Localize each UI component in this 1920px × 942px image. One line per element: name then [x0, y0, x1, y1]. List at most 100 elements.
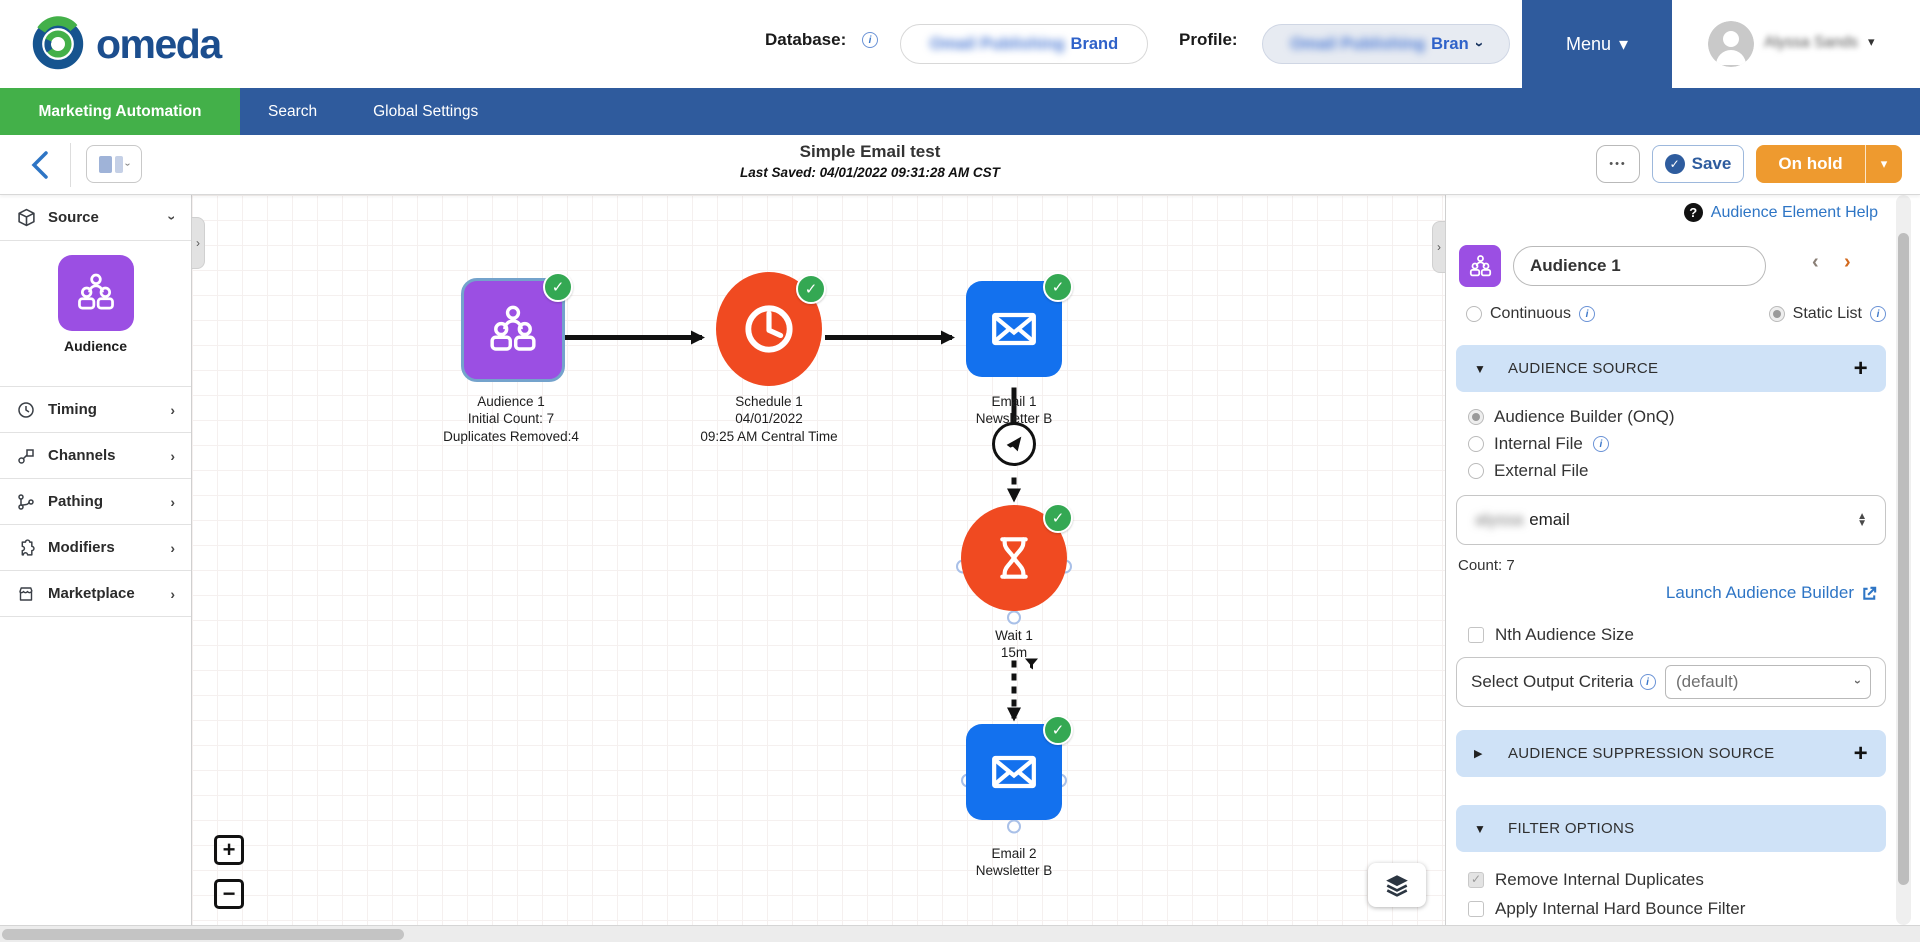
tab-global-settings[interactable]: Global Settings — [345, 88, 506, 135]
add-suppression-button[interactable]: + — [1854, 742, 1868, 766]
zoom-in-button[interactable]: + — [214, 835, 244, 865]
output-criteria-select[interactable]: (default) › — [1665, 665, 1871, 699]
caret-down-icon: ▼ — [1474, 362, 1508, 376]
info-icon[interactable]: i — [1579, 306, 1595, 322]
next-element-button[interactable]: › — [1844, 251, 1851, 274]
output-criteria-value: (default) — [1676, 672, 1738, 692]
node-email-1[interactable]: ✓ — [966, 281, 1062, 377]
database-label: Database: — [765, 30, 846, 50]
info-icon[interactable]: i — [1640, 674, 1656, 690]
tab-search[interactable]: Search — [240, 88, 345, 135]
static-list-label: Static List — [1793, 305, 1862, 323]
panel-scrollbar[interactable] — [1896, 195, 1911, 925]
section-title: AUDIENCE SOURCE — [1508, 360, 1658, 377]
audience-query-select[interactable]: alyssa email ▲▼ — [1456, 495, 1886, 545]
connector-layer — [192, 195, 1445, 942]
audience-palette-tile[interactable] — [58, 255, 134, 331]
audience-builder-radio[interactable] — [1468, 409, 1484, 425]
profile-select[interactable]: Omail Publishing Bran › — [1262, 24, 1510, 64]
static-list-radio[interactable] — [1769, 306, 1785, 322]
branch-icon — [16, 492, 36, 512]
output-criteria-box: Select Output Criteria i (default) › — [1456, 657, 1886, 707]
workflow-canvas[interactable]: › › — [192, 195, 1445, 942]
node-audience-1[interactable]: ✓ — [461, 278, 565, 382]
node-schedule-1[interactable]: ✓ — [716, 272, 822, 386]
status-dropdown-button[interactable]: On hold ▾ — [1756, 145, 1902, 183]
external-file-label: External File — [1494, 461, 1588, 481]
main-area: Source › Audience — [0, 195, 1920, 942]
sidebar-item-modifiers[interactable]: Modifiers › — [0, 525, 191, 571]
chevron-down-icon: › — [1471, 42, 1488, 47]
database-info-icon[interactable]: i — [862, 32, 878, 48]
remove-internal-duplicates-checkbox[interactable] — [1468, 872, 1484, 888]
info-icon[interactable]: i — [1593, 436, 1609, 452]
continuous-radio[interactable] — [1466, 306, 1482, 322]
launch-audience-builder-link[interactable]: Launch Audience Builder — [1666, 583, 1878, 603]
collapse-panel-handle[interactable]: › — [1432, 221, 1445, 273]
status-badge[interactable]: On hold — [1756, 145, 1865, 183]
database-value-blurred: Omail Publishing — [930, 35, 1065, 54]
primary-nav: Marketing Automation Search Global Setti… — [0, 88, 1920, 135]
sidebar-item-source[interactable]: Source › — [0, 195, 191, 241]
sidebar-item-marketplace[interactable]: Marketplace › — [0, 571, 191, 617]
channels-icon — [16, 446, 36, 466]
caret-down-icon[interactable]: ▾ — [1866, 145, 1902, 183]
user-avatar[interactable] — [1708, 21, 1754, 67]
back-button[interactable] — [24, 147, 58, 183]
check-circle-icon: ✓ — [1665, 154, 1685, 174]
zoom-out-button[interactable]: − — [214, 879, 244, 909]
filter-options-section-header[interactable]: ▼ FILTER OPTIONS — [1456, 805, 1886, 852]
canvas-horizontal-scrollbar-thumb[interactable] — [2, 929, 404, 940]
audience-source-section-header[interactable]: ▼ AUDIENCE SOURCE + — [1456, 345, 1886, 392]
sidebar-item-label: Channels — [48, 447, 116, 464]
more-options-button[interactable]: ••• — [1596, 145, 1640, 183]
menu-button[interactable]: Menu ▾ — [1522, 0, 1672, 88]
save-button[interactable]: ✓ Save — [1652, 145, 1744, 183]
toolbar-divider — [70, 143, 71, 187]
external-link-icon — [1861, 585, 1878, 602]
person-icon — [1708, 21, 1754, 67]
audience-element-help-link[interactable]: ? Audience Element Help — [1684, 203, 1878, 222]
sidebar-item-channels[interactable]: Channels › — [0, 433, 191, 479]
sidebar-item-label: Source — [48, 209, 99, 226]
send-indicator[interactable] — [992, 422, 1036, 466]
paper-plane-icon — [1003, 433, 1025, 455]
chevron-right-icon: › — [170, 494, 175, 510]
previous-element-button[interactable]: ‹ — [1812, 251, 1819, 274]
profile-value-clear: Bran — [1431, 35, 1469, 54]
query-name-clear: email — [1529, 510, 1570, 530]
node-wait-1[interactable]: ✓ — [961, 505, 1067, 611]
help-icon: ? — [1684, 203, 1703, 222]
internal-file-radio[interactable] — [1468, 436, 1484, 452]
element-name-input[interactable] — [1513, 246, 1766, 286]
tab-marketing-automation[interactable]: Marketing Automation — [0, 88, 240, 135]
element-settings-panel: ? Audience Element Help ‹ › Continuous — [1445, 195, 1920, 942]
panel-scrollbar-thumb[interactable] — [1898, 233, 1909, 885]
sidebar-item-timing[interactable]: Timing › — [0, 387, 191, 433]
nth-audience-size-checkbox[interactable] — [1468, 627, 1484, 643]
audience-element-tile — [1459, 245, 1501, 287]
valid-check-badge: ✓ — [796, 274, 826, 304]
node-label: Wait 115m — [961, 627, 1067, 662]
valid-check-badge: ✓ — [543, 272, 573, 302]
layout-view-button[interactable]: › — [86, 145, 142, 183]
user-menu-caret-icon[interactable]: ▾ — [1868, 34, 1875, 50]
internal-file-label: Internal File — [1494, 434, 1583, 454]
node-email-2[interactable]: ✓ — [966, 724, 1062, 820]
ellipsis-icon: ••• — [1609, 158, 1627, 170]
omeda-logo-icon — [30, 16, 86, 72]
palette-item-label: Audience — [64, 338, 127, 354]
audience-suppression-section-header[interactable]: ▶ AUDIENCE SUPPRESSION SOURCE + — [1456, 730, 1886, 777]
email-icon — [986, 744, 1042, 800]
collapse-sidebar-handle[interactable]: › — [192, 217, 205, 269]
apply-hard-bounce-filter-checkbox[interactable] — [1468, 901, 1484, 917]
audience-icon — [1467, 253, 1494, 280]
layers-button[interactable] — [1368, 863, 1426, 907]
audience-mode-options: Continuous i Static List i — [1466, 305, 1886, 323]
canvas-horizontal-scrollbar[interactable] — [0, 925, 1920, 942]
add-source-button[interactable]: + — [1854, 357, 1868, 381]
info-icon[interactable]: i — [1870, 306, 1886, 322]
external-file-radio[interactable] — [1468, 463, 1484, 479]
sidebar-item-pathing[interactable]: Pathing › — [0, 479, 191, 525]
workflow-title-block: Simple Email test Last Saved: 04/01/2022… — [560, 142, 1180, 180]
